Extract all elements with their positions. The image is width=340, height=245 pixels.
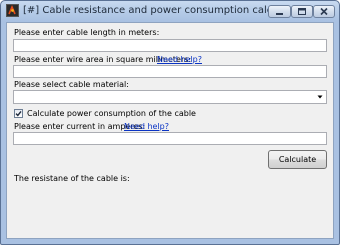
app-window: [#] Cable resistance and power consumpti… [0, 0, 340, 245]
resistance-result-label: The resistane of the cable is: [14, 174, 130, 183]
minimize-icon [276, 13, 283, 15]
material-select[interactable] [13, 90, 327, 104]
cable-length-input[interactable] [13, 39, 327, 52]
minimize-button[interactable] [268, 5, 291, 18]
wire-area-help-link[interactable]: Need help? [157, 55, 202, 64]
maximize-icon [298, 8, 306, 15]
power-consumption-label[interactable]: Calculate power consumption of the cable [27, 109, 196, 118]
form-panel: Please enter cable length in meters: Ple… [6, 22, 334, 239]
power-consumption-checkbox[interactable] [14, 109, 23, 118]
wire-area-input[interactable] [13, 65, 327, 78]
app-icon[interactable] [6, 4, 19, 17]
checkmark-icon [15, 110, 22, 117]
calculate-button[interactable]: Calculate [268, 150, 327, 169]
close-icon [320, 7, 328, 16]
cable-length-label: Please enter cable length in meters: [14, 28, 160, 37]
current-help-link[interactable]: Need help? [124, 122, 169, 131]
maximize-button[interactable] [291, 5, 313, 18]
material-label: Please select cable material: [14, 80, 129, 89]
chevron-down-icon [317, 95, 323, 99]
close-button[interactable] [313, 5, 335, 18]
title-bar[interactable]: [#] Cable resistance and power consumpti… [1, 1, 339, 21]
current-input[interactable] [13, 132, 327, 145]
